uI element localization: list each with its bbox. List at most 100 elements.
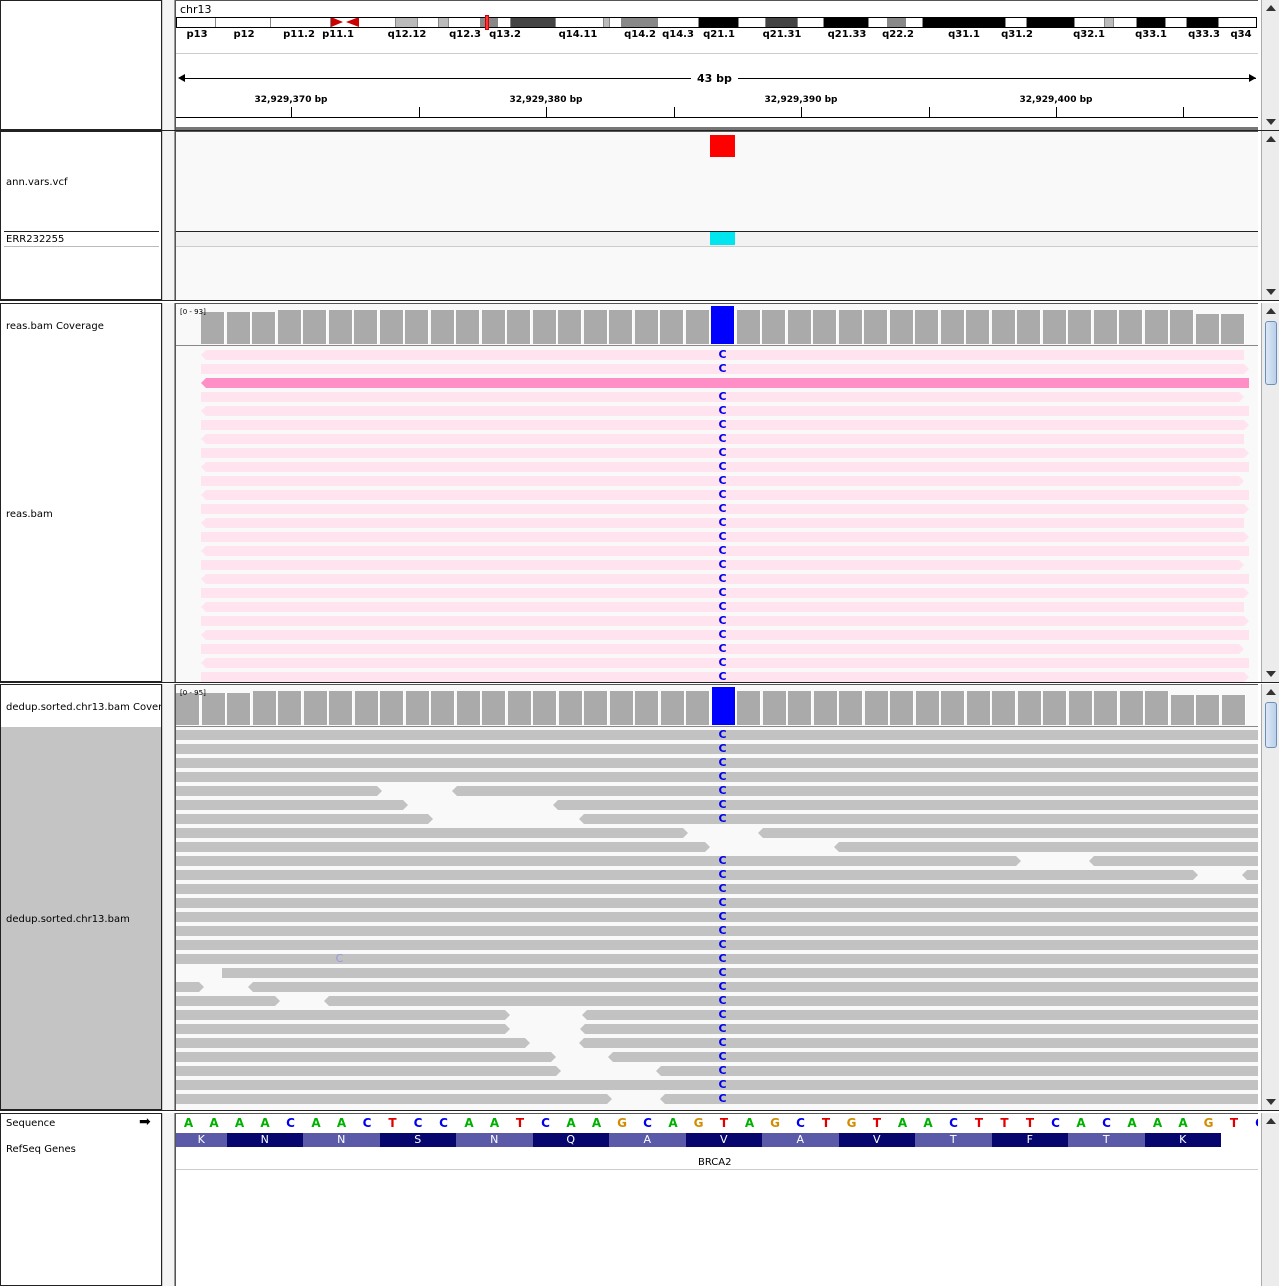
coverage-bar[interactable] — [1042, 310, 1067, 344]
mismatch-base[interactable]: C — [710, 981, 735, 992]
scroll-up-icon[interactable] — [1266, 5, 1276, 11]
coverage-track-label[interactable]: dedup.sorted.chr13.bam Coverag — [6, 702, 161, 713]
mismatch-base[interactable]: C — [710, 785, 735, 796]
mismatch-base[interactable]: C — [710, 503, 735, 514]
coverage-bar[interactable] — [201, 312, 225, 344]
coverage-bar[interactable] — [252, 691, 277, 725]
coverage-bar[interactable] — [1170, 695, 1195, 725]
amino-acid[interactable]: Q — [532, 1133, 609, 1147]
mismatch-base[interactable]: C — [710, 995, 735, 1006]
mismatch-base[interactable]: C — [710, 615, 735, 626]
mismatch-base[interactable]: C — [710, 601, 735, 612]
mismatch-base[interactable]: C — [710, 559, 735, 570]
coverage-bar[interactable] — [405, 310, 429, 344]
coverage-bar[interactable] — [711, 687, 736, 725]
coverage-bar[interactable] — [737, 691, 761, 725]
coverage-bar[interactable] — [736, 310, 761, 344]
coverage-bar[interactable] — [533, 691, 557, 725]
cytoband[interactable] — [1027, 17, 1075, 28]
aligned-read[interactable] — [176, 842, 710, 852]
cytoband[interactable] — [1137, 17, 1166, 28]
scroll-thumb[interactable] — [1265, 702, 1277, 748]
header-scrollbar[interactable] — [1261, 0, 1279, 130]
cytoband[interactable] — [1075, 17, 1105, 28]
amino-acid[interactable]: N — [303, 1133, 380, 1147]
aligned-read[interactable] — [176, 1010, 510, 1020]
mismatch-base[interactable]: C — [710, 897, 735, 908]
coverage-bar[interactable] — [915, 691, 940, 725]
coverage-bar[interactable] — [890, 691, 914, 725]
mismatch-base[interactable]: C — [710, 447, 735, 458]
aligned-read[interactable] — [324, 996, 1258, 1006]
aligned-read[interactable] — [176, 828, 688, 838]
aligned-read[interactable] — [222, 968, 1258, 978]
coverage-bar[interactable] — [303, 310, 327, 344]
cytoband[interactable] — [176, 17, 216, 28]
scroll-thumb[interactable] — [1265, 321, 1277, 385]
scroll-up-icon[interactable] — [1266, 1118, 1276, 1124]
mismatch-base[interactable]: C — [710, 531, 735, 542]
coverage-bar[interactable] — [1145, 691, 1169, 725]
coverage-bar[interactable] — [966, 310, 990, 344]
coverage-bar[interactable] — [278, 691, 302, 725]
aligned-read[interactable] — [758, 828, 1258, 838]
mismatch-base[interactable]: C — [710, 939, 735, 950]
mismatch-base[interactable]: C — [710, 813, 735, 824]
cytoband[interactable] — [439, 17, 449, 28]
coverage-bar[interactable] — [813, 691, 838, 725]
mismatch-base[interactable]: C — [710, 1037, 735, 1048]
mismatch-base[interactable]: C — [710, 911, 735, 922]
cytoband[interactable] — [658, 17, 699, 28]
coverage-bar[interactable] — [864, 691, 889, 725]
aligned-read[interactable] — [176, 1038, 530, 1048]
amino-acid[interactable]: N — [226, 1133, 303, 1147]
coverage-bar[interactable] — [1093, 310, 1118, 344]
sequence-track-label[interactable]: Sequence — [6, 1118, 55, 1129]
coverage-bar[interactable] — [328, 310, 353, 344]
coverage-bar[interactable] — [405, 691, 430, 725]
alignment-track[interactable]: CCCCCCCCCCCCCCCCCCCCCCC — [176, 346, 1258, 682]
aligned-read[interactable] — [176, 1094, 612, 1104]
aligned-read[interactable] — [176, 1024, 510, 1034]
amino-acid[interactable]: T — [915, 1133, 992, 1147]
alignment-track-label[interactable]: reas.bam — [6, 509, 53, 520]
coverage-bar[interactable] — [1195, 314, 1220, 344]
mismatch-base[interactable]: C — [710, 869, 735, 880]
amino-acid[interactable]: A — [762, 1133, 839, 1147]
coverage-bar[interactable] — [1144, 310, 1169, 344]
aligned-read[interactable] — [176, 800, 408, 810]
coverage-bar[interactable] — [686, 691, 710, 725]
mismatch-base[interactable]: C — [710, 489, 735, 500]
coverage-bar[interactable] — [1068, 310, 1092, 344]
coverage-bar[interactable] — [1043, 691, 1067, 725]
cytoband[interactable] — [766, 17, 798, 28]
coverage-bar[interactable] — [864, 310, 888, 344]
coverage-bar[interactable] — [431, 691, 455, 725]
amino-acid[interactable]: K — [1144, 1133, 1221, 1147]
current-region-marker[interactable] — [485, 15, 489, 30]
mismatch-base[interactable]: C — [710, 953, 735, 964]
cytoband[interactable] — [1105, 17, 1114, 28]
coverage-bar[interactable] — [252, 312, 276, 344]
variant-marker[interactable] — [710, 135, 735, 157]
cytoband[interactable] — [418, 17, 439, 28]
coverage-bar[interactable] — [1196, 695, 1220, 725]
aligned-read[interactable] — [582, 1010, 1258, 1020]
mismatch-base[interactable]: C — [710, 757, 735, 768]
coverage-bar[interactable] — [354, 310, 378, 344]
coverage-bar[interactable] — [915, 310, 939, 344]
reas-scrollbar[interactable] — [1261, 303, 1279, 682]
aligned-read[interactable] — [660, 1094, 1258, 1104]
cytoband[interactable] — [798, 17, 824, 28]
cytoband[interactable] — [610, 17, 622, 28]
amino-acid[interactable]: F — [991, 1133, 1068, 1147]
panel-divider[interactable] — [162, 303, 175, 682]
coverage-bar[interactable] — [507, 310, 531, 344]
aligned-read[interactable] — [656, 1066, 1258, 1076]
vcf-scrollbar[interactable] — [1261, 131, 1279, 300]
mismatch-base[interactable]: C — [710, 771, 735, 782]
coverage-bar[interactable] — [226, 312, 251, 344]
chromosome-ideogram[interactable]: p13 p12 p11.2 p11.1 q12.12 q12.3 q13.2 q14.11 q1… — [176, 1, 1258, 45]
panel-divider[interactable] — [162, 684, 175, 1110]
coverage-bar[interactable] — [558, 310, 582, 344]
